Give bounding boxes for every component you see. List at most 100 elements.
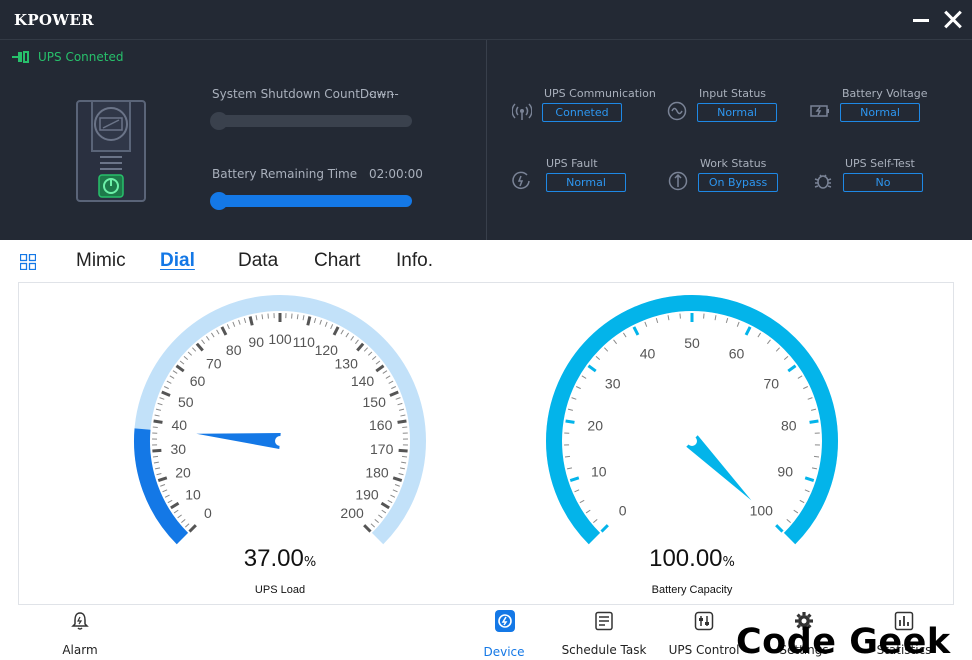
load-minor-tick <box>183 355 189 361</box>
load-needle-hub <box>275 436 285 446</box>
battery-minor-tick <box>766 339 771 345</box>
load-minor-tick <box>162 489 168 493</box>
minimize-button[interactable] <box>910 8 932 30</box>
battery-value: 100.00 <box>649 545 723 572</box>
load-minor-tick <box>319 319 322 325</box>
load-minor-tick <box>255 315 258 321</box>
nav-schedule-task[interactable]: Schedule Task <box>554 605 654 660</box>
battery-value-display: 100.00% <box>612 545 772 573</box>
load-minor-tick <box>153 461 159 464</box>
load-major-tick <box>389 390 399 397</box>
tab-dial[interactable]: Dial <box>160 250 195 272</box>
nav-statistics[interactable]: Statistics <box>854 605 954 660</box>
status-ups-fault: UPS Fault Normal <box>512 157 652 197</box>
shutdown-countdown-bar <box>210 112 412 130</box>
status-header: KPOWER UPS Conneted System Shutdown Coun… <box>0 0 972 240</box>
load-minor-tick <box>399 408 405 411</box>
tab-data[interactable]: Data <box>238 250 278 272</box>
nav-device[interactable]: Device <box>454 605 554 660</box>
load-minor-tick <box>296 314 299 320</box>
battery-minor-tick <box>736 321 740 327</box>
nav-alarm[interactable]: Alarm <box>30 605 130 660</box>
load-minor-tick <box>398 472 404 476</box>
tab-mimic[interactable]: Mimic <box>76 250 126 272</box>
nav-settings[interactable]: Settings <box>754 605 854 660</box>
battery-minor-tick <box>811 408 817 411</box>
load-minor-tick <box>313 317 317 324</box>
status-ups-communication: UPS Communication Conneted <box>512 87 656 127</box>
status-value: Normal <box>697 103 777 122</box>
battery-charge-icon <box>810 105 829 117</box>
load-minor-tick <box>387 499 393 504</box>
load-tick-label: 190 <box>355 486 379 502</box>
load-tick-label: 130 <box>335 355 359 371</box>
battery-tick-label: 80 <box>781 418 797 434</box>
device-icon <box>495 610 515 632</box>
battery-time-knob <box>210 192 228 210</box>
load-minor-tick <box>155 408 161 411</box>
load-minor-tick <box>363 347 368 352</box>
load-tick-label: 110 <box>293 334 316 350</box>
status-name: Work Status <box>700 157 767 170</box>
status-value: Conneted <box>542 103 622 122</box>
close-button[interactable] <box>942 8 964 30</box>
load-tick-label: 170 <box>370 441 394 457</box>
battery-tick-label: 40 <box>640 346 656 362</box>
battery-major-tick <box>809 419 819 424</box>
battery-major-tick <box>632 326 640 336</box>
battery-minor-tick <box>567 408 573 411</box>
battery-minor-tick <box>757 332 762 338</box>
tab-chart[interactable]: Chart <box>314 250 360 272</box>
load-minor-tick <box>401 461 407 464</box>
tab-info[interactable]: Info. <box>396 250 433 272</box>
statistics-icon <box>894 611 914 631</box>
load-minor-tick <box>391 386 397 390</box>
battery-major-tick <box>787 364 797 373</box>
load-tick-label: 180 <box>365 465 389 481</box>
status-value: On Bypass <box>698 173 778 192</box>
battery-minor-tick <box>644 321 648 327</box>
load-minor-tick <box>395 397 401 400</box>
grid-menu-icon[interactable] <box>20 254 36 270</box>
load-tick-label: 150 <box>363 394 387 410</box>
battery-minor-tick <box>579 499 585 504</box>
load-minor-tick <box>166 380 172 384</box>
load-major-tick <box>195 342 204 352</box>
nav-ups-control[interactable]: UPS Control <box>654 605 754 660</box>
load-minor-tick <box>394 484 400 487</box>
connection-text: UPS Conneted <box>38 50 124 64</box>
load-tick-label: 10 <box>185 486 201 502</box>
load-minor-tick <box>163 386 169 390</box>
gauges-canvas: 0102030405060708090 100 110120130140150160… <box>134 295 838 545</box>
battery-minor-tick <box>574 489 580 493</box>
load-value-display: 37.00% <box>200 545 360 573</box>
battery-minor-tick <box>564 455 571 458</box>
battery-minor-tick <box>807 397 813 400</box>
battery-major-tick <box>600 524 609 533</box>
load-minor-tick <box>385 375 391 379</box>
battery-minor-tick <box>581 375 587 379</box>
battery-minor-tick <box>725 317 729 324</box>
load-minor-tick <box>159 397 165 400</box>
load-major-tick <box>306 316 312 326</box>
load-major-tick <box>152 448 162 453</box>
load-tick-label: 50 <box>178 394 194 410</box>
nav-label: Statistics <box>876 643 932 657</box>
schedule-icon <box>595 611 613 631</box>
load-minor-tick <box>181 519 186 523</box>
battery-needle <box>686 435 752 501</box>
shutdown-countdown-value: -:--:-- <box>369 87 399 101</box>
load-value: 37.00 <box>243 545 304 572</box>
load-minor-tick <box>210 332 215 338</box>
load-minor-tick <box>216 329 220 335</box>
load-minor-tick <box>154 414 160 417</box>
load-minor-tick <box>238 319 241 325</box>
load-minor-tick <box>157 402 163 406</box>
status-name: UPS Fault <box>546 157 598 170</box>
battery-minor-tick <box>783 355 789 361</box>
load-minor-tick <box>330 324 334 330</box>
load-minor-tick <box>390 494 396 498</box>
status-name: Battery Voltage <box>842 87 928 100</box>
battery-tick-label: 70 <box>764 375 780 391</box>
status-work: Work Status On Bypass <box>668 157 808 197</box>
